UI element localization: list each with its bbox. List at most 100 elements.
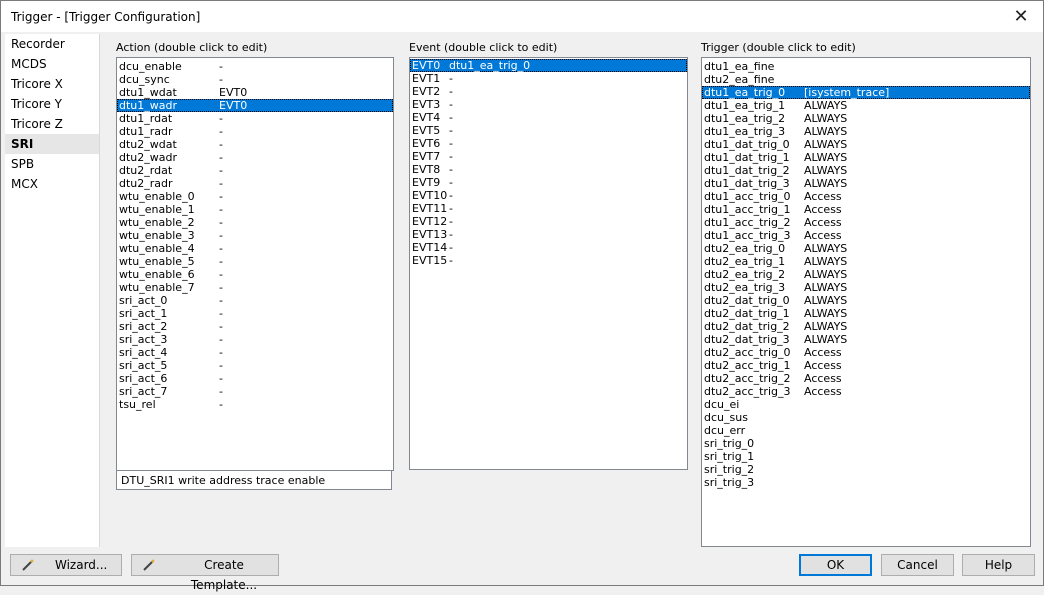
trigger-row[interactable]: dtu1_dat_trig_2 ALWAYS (702, 164, 1030, 177)
trigger-row[interactable]: dtu1_ea_trig_3 ALWAYS (702, 125, 1030, 138)
action-row[interactable]: wtu_enable_0 - (117, 190, 393, 203)
trigger-row[interactable]: dtu2_acc_trig_1 Access (702, 359, 1030, 372)
action-row[interactable]: dcu_sync - (117, 73, 393, 86)
trigger-row[interactable]: dtu2_ea_trig_2 ALWAYS (702, 268, 1030, 281)
event-list[interactable]: EVT0 dtu1_ea_trig_0 EVT1- EVT2- EVT3- EVT4- EV… (409, 57, 688, 470)
trigger-row[interactable]: sri_trig_1 (702, 450, 1030, 463)
trigger-row[interactable]: sri_trig_3 (702, 476, 1030, 489)
event-row[interactable]: EVT6- (410, 137, 687, 150)
trigger-row[interactable]: dcu_ei (702, 398, 1030, 411)
action-row[interactable]: dtu2_radr - (117, 177, 393, 190)
wizard-button[interactable]: Wizard... (10, 554, 122, 576)
trigger-row-name: dtu2_dat_trig_1 (704, 307, 790, 320)
action-row[interactable]: tsu_rel - (117, 398, 393, 411)
action-row[interactable]: sri_act_5 - (117, 359, 393, 372)
event-row[interactable]: EVT1- (410, 72, 687, 85)
trigger-row[interactable]: dtu1_ea_trig_0 [isystem_trace] (702, 86, 1030, 99)
action-row[interactable]: dtu1_radr - (117, 125, 393, 138)
event-row-name: EVT6 (412, 137, 441, 150)
event-row[interactable]: EVT5- (410, 124, 687, 137)
action-row[interactable]: wtu_enable_4 - (117, 242, 393, 255)
trigger-row[interactable]: dtu2_dat_trig_0 ALWAYS (702, 294, 1030, 307)
action-row[interactable]: dtu1_wadr EVT0 (117, 99, 393, 112)
action-row[interactable]: sri_act_6 - (117, 372, 393, 385)
trigger-row[interactable]: dtu2_acc_trig_3 Access (702, 385, 1030, 398)
event-row[interactable]: EVT7- (410, 150, 687, 163)
action-row[interactable]: wtu_enable_7 - (117, 281, 393, 294)
action-row[interactable]: sri_act_4 - (117, 346, 393, 359)
trigger-row[interactable]: dtu1_dat_trig_1 ALWAYS (702, 151, 1030, 164)
action-row[interactable]: wtu_enable_3 - (117, 229, 393, 242)
event-row[interactable]: EVT10- (410, 189, 687, 202)
event-row[interactable]: EVT15- (410, 254, 687, 267)
action-row[interactable]: wtu_enable_6 - (117, 268, 393, 281)
sidebar-item-tricore-z[interactable]: Tricore Z (5, 114, 99, 134)
action-row-value: - (219, 333, 223, 346)
trigger-row[interactable]: dtu1_acc_trig_1 Access (702, 203, 1030, 216)
trigger-row[interactable]: dtu1_acc_trig_2 Access (702, 216, 1030, 229)
action-row[interactable]: dcu_enable - (117, 60, 393, 73)
event-row[interactable]: EVT14- (410, 241, 687, 254)
sidebar-item-spb[interactable]: SPB (5, 154, 99, 174)
event-row[interactable]: EVT4- (410, 111, 687, 124)
trigger-row[interactable]: dtu1_ea_trig_2 ALWAYS (702, 112, 1030, 125)
action-row[interactable]: sri_act_2 - (117, 320, 393, 333)
event-row[interactable]: EVT11- (410, 202, 687, 215)
event-row-name: EVT15 (412, 254, 448, 267)
trigger-row[interactable]: dtu2_ea_trig_0 ALWAYS (702, 242, 1030, 255)
trigger-row[interactable]: dtu2_dat_trig_1 ALWAYS (702, 307, 1030, 320)
trigger-row[interactable]: sri_trig_0 (702, 437, 1030, 450)
cancel-button[interactable]: Cancel (881, 554, 954, 576)
action-row[interactable]: dtu1_wdat EVT0 (117, 86, 393, 99)
event-row[interactable]: EVT3- (410, 98, 687, 111)
trigger-row[interactable]: dtu2_ea_trig_3 ALWAYS (702, 281, 1030, 294)
sidebar-item-mcds[interactable]: MCDS (5, 54, 99, 74)
action-row[interactable]: wtu_enable_5 - (117, 255, 393, 268)
event-row[interactable]: EVT8- (410, 163, 687, 176)
event-row[interactable]: EVT9- (410, 176, 687, 189)
action-row[interactable]: dtu2_rdat - (117, 164, 393, 177)
action-row[interactable]: dtu2_wadr - (117, 151, 393, 164)
action-row[interactable]: sri_act_3 - (117, 333, 393, 346)
sidebar-item-recorder[interactable]: Recorder (5, 34, 99, 54)
action-list[interactable]: dcu_enable - dcu_sync - dtu1_wdat EVT0 dtu1_wa… (116, 57, 394, 471)
trigger-row[interactable]: dtu1_dat_trig_0 ALWAYS (702, 138, 1030, 151)
trigger-row[interactable]: dtu2_dat_trig_3 ALWAYS (702, 333, 1030, 346)
trigger-row[interactable]: dcu_sus (702, 411, 1030, 424)
action-row-name: sri_act_3 (119, 333, 168, 346)
trigger-row[interactable]: dtu2_ea_fine (702, 73, 1030, 86)
trigger-row[interactable]: dtu1_dat_trig_3 ALWAYS (702, 177, 1030, 190)
sidebar-item-tricore-y[interactable]: Tricore Y (5, 94, 99, 114)
trigger-row-value: ALWAYS (804, 333, 848, 346)
trigger-row[interactable]: dtu1_acc_trig_3 Access (702, 229, 1030, 242)
trigger-row[interactable]: dcu_err (702, 424, 1030, 437)
ok-button[interactable]: OK (799, 554, 872, 576)
action-row[interactable]: wtu_enable_2 - (117, 216, 393, 229)
trigger-row[interactable]: dtu2_dat_trig_2 ALWAYS (702, 320, 1030, 333)
trigger-row[interactable]: dtu2_acc_trig_0 Access (702, 346, 1030, 359)
close-icon[interactable]: ✕ (999, 1, 1043, 32)
action-row[interactable]: sri_act_0 - (117, 294, 393, 307)
action-row[interactable]: sri_act_7 - (117, 385, 393, 398)
trigger-row[interactable]: dtu1_ea_fine (702, 60, 1030, 73)
event-row[interactable]: EVT13- (410, 228, 687, 241)
event-row[interactable]: EVT2- (410, 85, 687, 98)
action-row[interactable]: wtu_enable_1 - (117, 203, 393, 216)
event-row[interactable]: EVT0 dtu1_ea_trig_0 (410, 59, 687, 72)
action-row[interactable]: sri_act_1 - (117, 307, 393, 320)
trigger-row[interactable]: dtu2_ea_trig_1 ALWAYS (702, 255, 1030, 268)
trigger-row[interactable]: dtu1_acc_trig_0 Access (702, 190, 1030, 203)
help-button[interactable]: Help (962, 554, 1035, 576)
sidebar-item-mcx[interactable]: MCX (5, 174, 99, 194)
create-template-button[interactable]: Create Template... (131, 554, 279, 592)
trigger-row[interactable]: dtu1_ea_trig_1 ALWAYS (702, 99, 1030, 112)
sidebar-item-tricore-x[interactable]: Tricore X (5, 74, 99, 94)
event-row[interactable]: EVT12- (410, 215, 687, 228)
trigger-row-value: ALWAYS (804, 164, 848, 177)
trigger-row[interactable]: dtu2_acc_trig_2 Access (702, 372, 1030, 385)
trigger-list[interactable]: dtu1_ea_fine dtu2_ea_fine dtu1_ea_trig_0 [i… (701, 57, 1031, 547)
action-row[interactable]: dtu2_wdat - (117, 138, 393, 151)
trigger-row[interactable]: sri_trig_2 (702, 463, 1030, 476)
sidebar-item-sri[interactable]: SRI (5, 134, 99, 154)
action-row[interactable]: dtu1_rdat - (117, 112, 393, 125)
